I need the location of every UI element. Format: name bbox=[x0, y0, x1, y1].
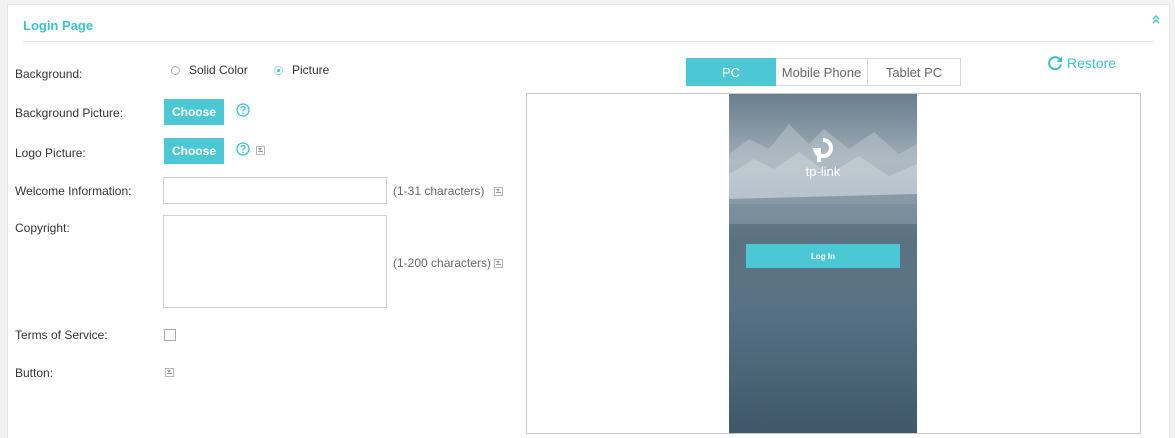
tab-pc[interactable]: PC bbox=[686, 58, 776, 86]
copyright-hint: (1-200 characters) bbox=[393, 256, 492, 270]
tab-tablet-pc[interactable]: Tablet PC bbox=[868, 58, 961, 86]
restore-button[interactable]: Restore bbox=[1046, 54, 1116, 72]
radio-picture[interactable]: Picture bbox=[274, 63, 329, 77]
tab-mobile-phone[interactable]: Mobile Phone bbox=[776, 58, 868, 86]
question-circle-icon[interactable] bbox=[236, 103, 250, 117]
radio-picture-circle[interactable] bbox=[274, 65, 283, 75]
radio-solid-color[interactable]: Solid Color bbox=[171, 63, 248, 77]
preview-login-button[interactable]: Log In bbox=[746, 244, 900, 268]
title-divider bbox=[23, 41, 1154, 42]
panel-title: Login Page bbox=[23, 18, 94, 33]
copyright-label: Copyright: bbox=[15, 221, 70, 235]
copyright-textarea[interactable] bbox=[163, 215, 387, 308]
logo-picture-label: Logo Picture: bbox=[15, 146, 86, 160]
terms-of-service-checkbox[interactable] bbox=[164, 329, 176, 341]
background-label: Background: bbox=[15, 67, 83, 81]
login-preview-frame: tp-link Log In bbox=[526, 93, 1141, 434]
logo-expand-icon[interactable] bbox=[256, 146, 265, 155]
preview-device-tabs: PC Mobile Phone Tablet PC bbox=[686, 58, 961, 86]
question-circle-icon[interactable] bbox=[236, 142, 250, 156]
choose-background-button[interactable]: Choose bbox=[164, 99, 224, 125]
terms-of-service-label: Terms of Service: bbox=[15, 328, 108, 342]
welcome-information-label: Welcome Information: bbox=[15, 184, 132, 198]
refresh-icon bbox=[1048, 56, 1062, 71]
button-expand-icon[interactable] bbox=[165, 368, 174, 377]
brand-name: tp-link bbox=[805, 164, 841, 179]
welcome-expand-icon[interactable] bbox=[494, 187, 503, 196]
welcome-information-input[interactable] bbox=[163, 177, 387, 204]
radio-picture-label: Picture bbox=[292, 63, 330, 77]
welcome-hint: (1-31 characters) bbox=[393, 184, 485, 198]
radio-solid-color-label: Solid Color bbox=[189, 63, 248, 77]
button-label: Button: bbox=[15, 366, 54, 380]
preview-background-picture: tp-link Log In bbox=[729, 94, 917, 433]
restore-label: Restore bbox=[1067, 55, 1117, 71]
radio-solid-color-circle[interactable] bbox=[171, 65, 180, 75]
copyright-expand-icon[interactable] bbox=[494, 259, 503, 268]
choose-logo-button[interactable]: Choose bbox=[164, 138, 224, 164]
collapse-icon[interactable] bbox=[1151, 14, 1161, 26]
background-picture-label: Background Picture: bbox=[15, 106, 124, 120]
